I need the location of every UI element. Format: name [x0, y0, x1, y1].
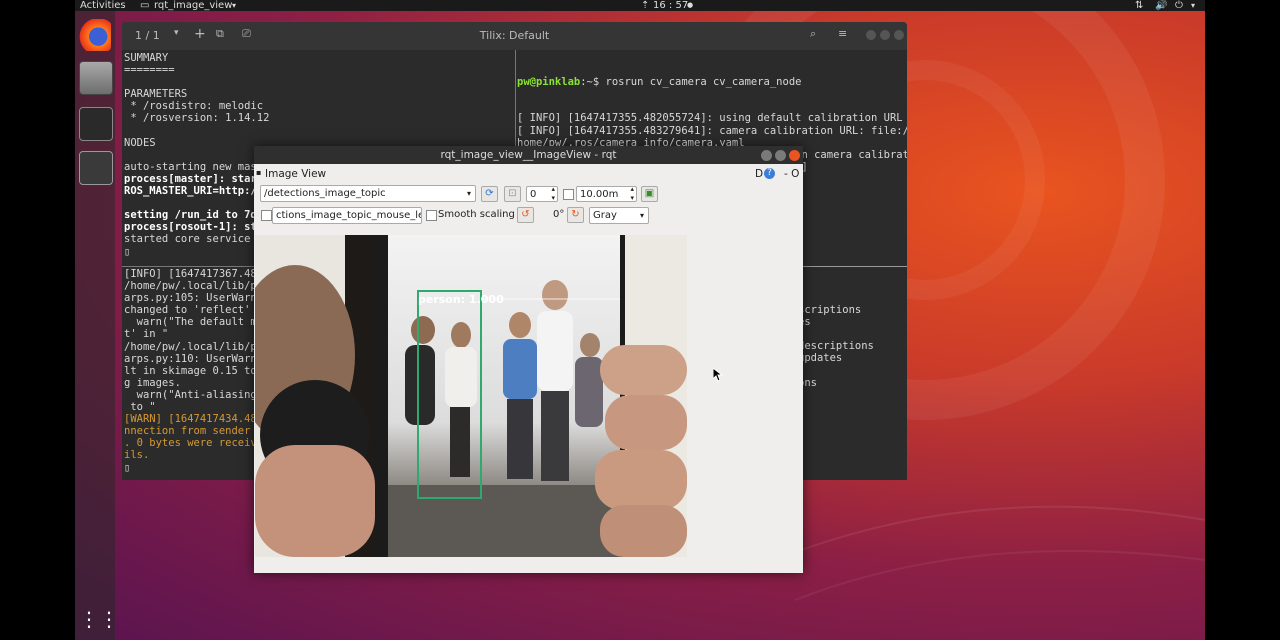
system-menu-chevron-icon[interactable]: ▾ — [1191, 0, 1195, 11]
terminal-line: ======== — [124, 64, 175, 77]
notification-arrow-icon: ⇡ — [641, 0, 650, 11]
maximize-icon[interactable] — [880, 30, 890, 40]
topic-select[interactable]: /detections_image_topic ▾ — [260, 185, 476, 202]
activities-button[interactable]: Activities — [80, 0, 126, 11]
mouse-topic-value: ctions_image_topic_mouse_left — [276, 210, 422, 221]
clock[interactable]: 16 : 57 — [653, 0, 688, 11]
prompt-command: :~$ rosrun cv_camera cv_camera_node — [580, 76, 802, 89]
volume-icon[interactable]: 🔊 — [1155, 0, 1167, 11]
color-mode-select[interactable]: Gray ▾ — [589, 207, 649, 224]
close-icon[interactable] — [894, 30, 904, 40]
help-icon[interactable]: ? — [764, 168, 775, 179]
rotate-right-icon[interactable]: ↻ — [567, 207, 584, 223]
terminal-line: [ INFO] [1647417355.483279641]: camera c… — [517, 124, 907, 137]
smooth-scaling-checkbox[interactable] — [426, 210, 437, 221]
terminal-line: [ INFO] [1647417355.482055724]: using de… — [517, 112, 903, 125]
stepper-icon[interactable]: ▴ ▾ — [630, 187, 634, 201]
rotate-left-icon[interactable]: ↺ — [517, 207, 534, 223]
camera-frame: person: 1.000 — [255, 235, 687, 557]
terminal-line: SUMMARY — [124, 52, 169, 64]
time-spinbox-value: 10.00m — [580, 189, 619, 200]
desktop: Activities ▭ rqt_image_view ▾ ⇡ 16 : 57 … — [75, 0, 1205, 640]
terminal-right-bottom[interactable]: scriptions es descriptions updates ons — [798, 304, 906, 404]
files-icon[interactable] — [79, 61, 113, 95]
terminal-line: PARAMETERS — [124, 88, 188, 101]
mouse-cursor-icon — [713, 368, 723, 382]
dock: ⋮⋮ — [75, 11, 119, 640]
chevron-down-icon: ▾ — [466, 189, 471, 198]
dock-d-button[interactable]: D — [755, 168, 763, 180]
terminal-line: ons — [798, 376, 817, 389]
terminal-line: scriptions — [798, 304, 862, 316]
top-bar: Activities ▭ rqt_image_view ▾ ⇡ 16 : 57 … — [75, 0, 1205, 11]
color-mode-value: Gray — [593, 210, 617, 221]
rqt-icon[interactable] — [79, 151, 113, 185]
menu-icon[interactable]: ≡ — [838, 27, 847, 40]
stepper-icon[interactable]: ▴ ▾ — [551, 187, 555, 201]
image-icon[interactable]: ▣ — [641, 186, 658, 202]
tilix-title: Tilix: Default — [479, 29, 550, 42]
terminal-line: updates — [798, 352, 843, 365]
rqt-image-view-window: rqt_image_view__ImageView - rqt ▪ Image … — [254, 146, 803, 573]
window-title[interactable]: rqt_image_view__ImageView - rqt — [254, 146, 803, 164]
terminal-line: * /rosversion: 1.14.12 — [124, 112, 270, 125]
app-menu-label[interactable]: rqt_image_view — [154, 0, 232, 11]
terminal-line: descriptions — [798, 340, 874, 353]
chevron-down-icon: ▾ — [639, 211, 644, 220]
search-icon[interactable]: ⌕ — [810, 27, 816, 41]
maximize-icon[interactable] — [775, 150, 786, 161]
spin-box[interactable]: 0 ▴ ▾ — [526, 186, 558, 202]
app-menu-icon[interactable]: ▭ — [140, 0, 149, 11]
mouse-topic-input[interactable]: ctions_image_topic_mouse_left — [272, 207, 422, 224]
smooth-scaling-label: Smooth scaling — [438, 209, 515, 220]
tilix-icon[interactable] — [79, 107, 113, 141]
minimize-icon[interactable] — [866, 30, 876, 40]
show-apps-grid-icon[interactable]: ⋮⋮ — [79, 604, 119, 636]
panel-close-button[interactable]: - O — [784, 168, 799, 180]
detection-label: person: 1.000 — [418, 293, 504, 306]
close-icon[interactable] — [789, 150, 800, 161]
power-icon[interactable]: ⏻ — [1175, 0, 1183, 11]
time-spinbox[interactable]: 10.00m ▴ ▾ — [576, 186, 637, 202]
prompt-user: pw@pinklab — [517, 76, 581, 89]
rotation-label: 0° — [553, 209, 565, 220]
panel-title: Image View — [265, 168, 327, 180]
notification-dot-icon: ● — [687, 1, 694, 9]
minimize-icon[interactable] — [761, 150, 772, 161]
chevron-down-icon: ▾ — [232, 1, 237, 10]
terminal-line: es — [798, 316, 811, 329]
spin-box-value: 0 — [530, 189, 537, 200]
network-icon[interactable]: ⇅ — [1135, 0, 1143, 11]
refresh-icon[interactable]: ⟳ — [481, 186, 498, 202]
firefox-icon[interactable] — [79, 19, 111, 51]
panel-icon: ▪ — [256, 168, 262, 177]
terminal-line: * /rosdistro: melodic — [124, 100, 264, 113]
topic-select-value: /detections_image_topic — [264, 188, 386, 199]
mouse-publish-checkbox[interactable] — [261, 210, 272, 221]
time-checkbox[interactable] — [563, 189, 574, 200]
save-icon[interactable]: ⊡ — [504, 186, 521, 202]
tilix-header-bar: 1 / 1 ▾ + ⧉ ⎚ Tilix: Default ⌕ ≡ — [122, 22, 907, 50]
camera-image[interactable]: person: 1.000 — [255, 235, 687, 557]
